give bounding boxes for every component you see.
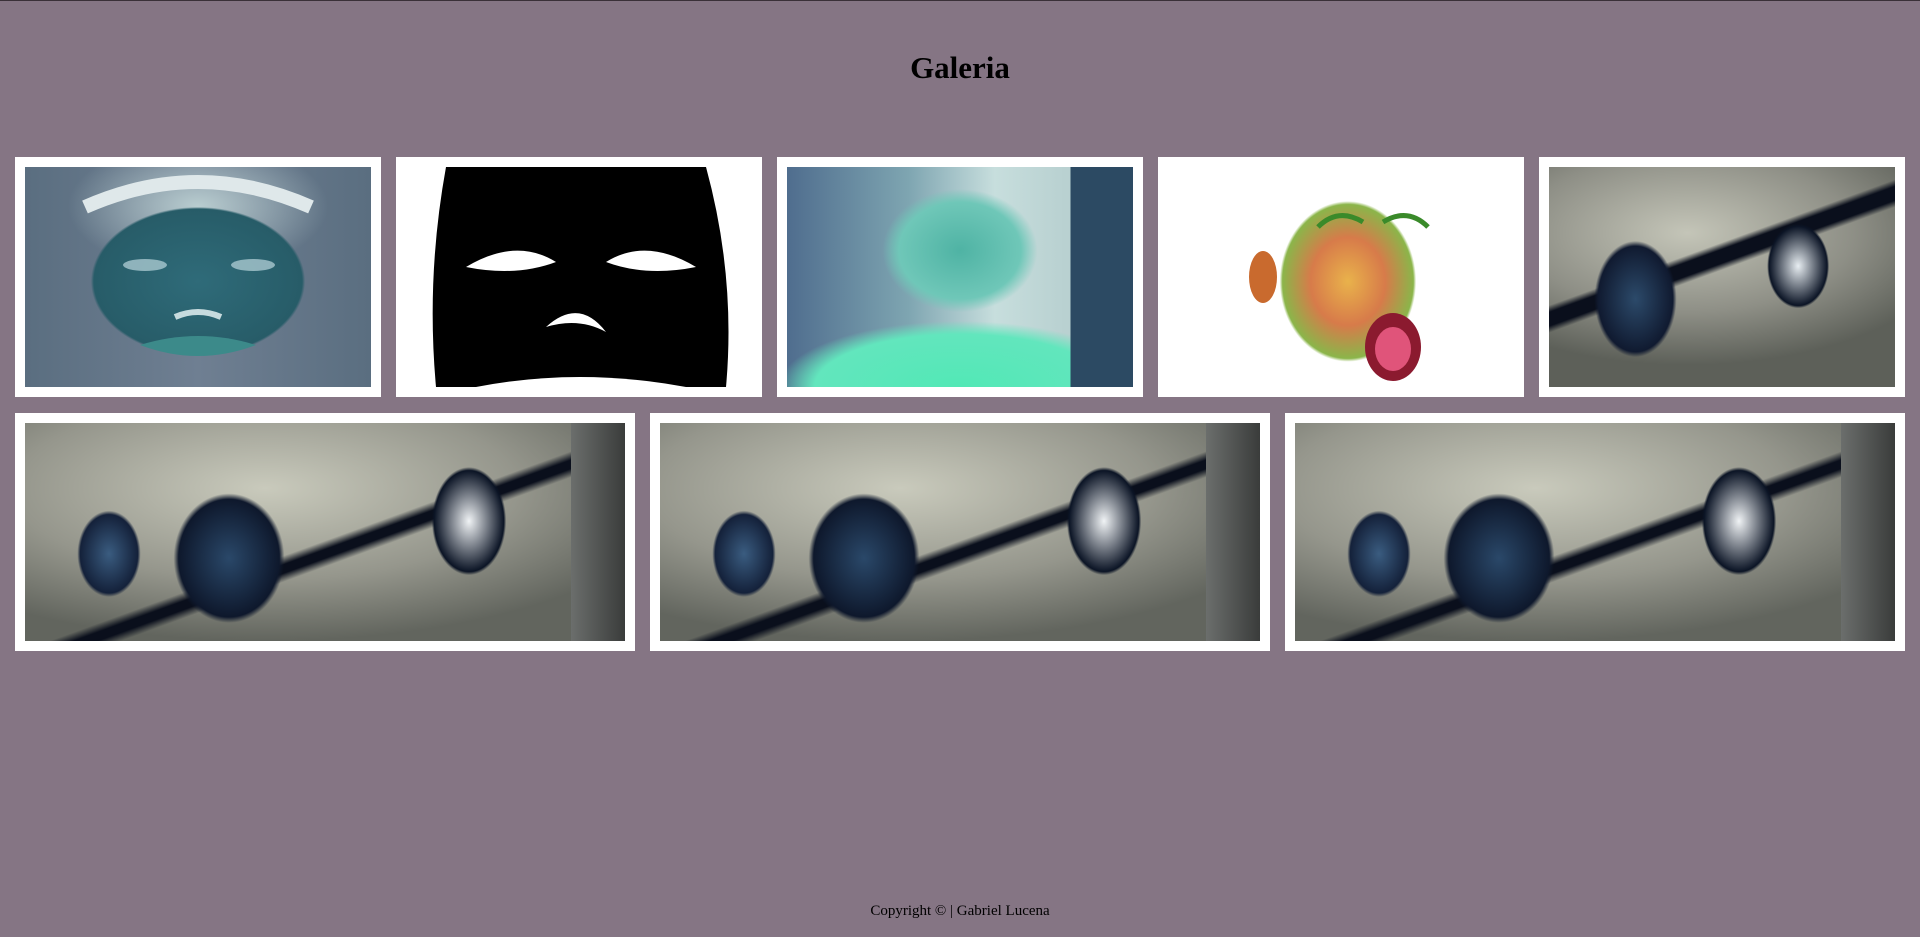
gallery-row-1 (15, 157, 1905, 397)
gallery-image-8[interactable] (1285, 413, 1905, 651)
gallery-image-2[interactable] (396, 157, 762, 397)
inverted-anime-artwork-image (1549, 167, 1895, 387)
gallery-image-5[interactable] (1539, 157, 1905, 397)
inverted-photo-person-image (787, 167, 1133, 387)
inverted-anime-artwork-image (660, 423, 1260, 641)
gallery-image-6[interactable] (15, 413, 635, 651)
inverted-anime-artwork-image (25, 423, 625, 641)
gallery-image-4[interactable] (1158, 157, 1524, 397)
threshold-face-image (406, 167, 752, 387)
page-title: Galeria (910, 50, 1010, 85)
rainbow-shaded-face-image (1168, 167, 1514, 387)
footer-copyright: Copyright © | Gabriel Lucena (870, 903, 1050, 919)
gallery-image-1[interactable] (15, 157, 381, 397)
inverted-anime-artwork-image (1295, 423, 1895, 641)
gallery-image-7[interactable] (650, 413, 1270, 651)
gallery-image-3[interactable] (777, 157, 1143, 397)
top-border-line (0, 0, 1920, 1)
inverted-face-teal-image (25, 167, 371, 387)
gallery-row-2 (15, 413, 1905, 651)
